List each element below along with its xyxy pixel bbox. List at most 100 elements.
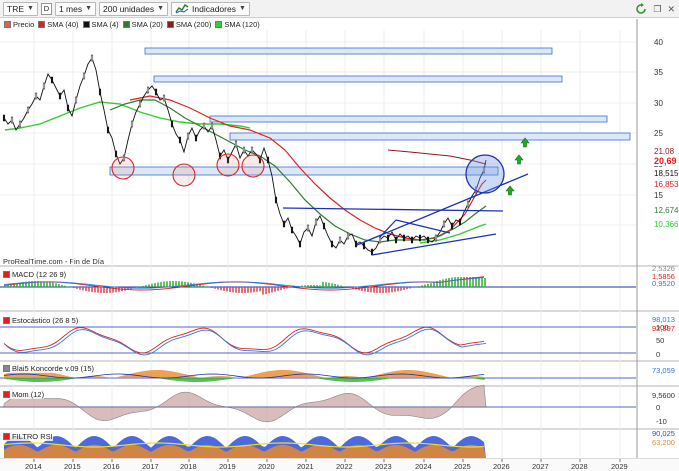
candle — [66, 104, 70, 112]
blai5-title[interactable]: Blai5 Koncorde v.09 (15) — [3, 364, 94, 373]
macd-histogram-bar — [439, 280, 441, 287]
candle — [50, 76, 54, 84]
price-tag: 16,853 — [654, 180, 679, 189]
price-axis: 4035302520151021,0820,6918,51516,85312,6… — [652, 38, 679, 230]
macd-histogram-bar — [343, 286, 345, 287]
marker-circle-4[interactable] — [241, 154, 265, 178]
macd-histogram-bar — [331, 283, 333, 287]
macd-histogram-bar — [55, 283, 57, 287]
mom-axis-label: -10 — [656, 417, 667, 426]
zone-box-2[interactable] — [153, 75, 563, 83]
marker-circle-3[interactable] — [216, 153, 240, 177]
candle — [386, 234, 390, 242]
candle — [34, 92, 38, 100]
candle — [234, 140, 238, 148]
macd-histogram-bar — [388, 287, 390, 293]
marker-circle-1[interactable] — [111, 156, 135, 180]
candle — [274, 196, 278, 204]
candle — [242, 146, 246, 154]
candle — [250, 146, 254, 154]
stoch-tag: 98,013 — [652, 315, 675, 324]
macd-histogram-bar — [232, 287, 234, 293]
macd-histogram-bar — [460, 277, 462, 287]
candle — [450, 222, 454, 230]
candle — [458, 218, 462, 226]
price-chart[interactable]: 2,53261,58560,9520 10050098,01392,397 73… — [0, 0, 679, 471]
mom-tag: 9,5600 — [652, 391, 675, 400]
zone-box-5[interactable] — [109, 166, 499, 176]
macd-histogram-bar — [427, 283, 429, 287]
macd-histogram-bar — [46, 281, 48, 287]
macd-histogram-bar — [265, 287, 267, 294]
candle — [162, 94, 166, 102]
macd-histogram-bar — [307, 285, 309, 287]
macd-histogram-bar — [325, 282, 327, 287]
candle — [442, 220, 446, 228]
price-tag: 12,674 — [654, 206, 679, 215]
macd-histogram-bar — [271, 287, 273, 293]
mom-title[interactable]: Mom (12) — [3, 390, 45, 399]
candle — [106, 126, 110, 134]
macd-histogram-bar — [400, 287, 402, 291]
macd-histogram-bar — [136, 287, 138, 288]
candle — [202, 122, 206, 130]
macd-histogram-bar — [61, 284, 63, 287]
price-tag: 21,08 — [654, 147, 675, 156]
rsi-filter-panel[interactable]: 90,02563,200 — [3, 429, 675, 458]
macd-histogram-bar — [451, 277, 453, 287]
macd-histogram-bar — [142, 285, 144, 287]
price-series — [3, 56, 487, 253]
macd-histogram-bar — [100, 287, 102, 293]
candle — [58, 92, 62, 100]
time-axis-label: 2023 — [375, 462, 392, 471]
macd-histogram-bar — [169, 281, 171, 287]
macd-histogram-bar — [88, 287, 90, 292]
stoch-title[interactable]: Estocástico (26 8 5) — [3, 316, 79, 325]
rsi-tag: 63,200 — [652, 438, 675, 447]
macd-histogram-bar — [217, 287, 219, 290]
trend-line-5[interactable] — [395, 219, 451, 234]
candle — [402, 234, 406, 242]
candle — [418, 234, 422, 242]
marker-circle-2[interactable] — [172, 163, 196, 187]
macd-histogram-bar — [148, 284, 150, 287]
candle — [170, 120, 174, 128]
blai5-panel[interactable]: 73,059 — [0, 366, 675, 382]
rsi-title[interactable]: FILTRO RSI — [3, 432, 53, 441]
price-axis-label: 40 — [654, 38, 663, 47]
macd-histogram-bar — [484, 278, 486, 287]
candle — [322, 222, 326, 230]
macd-histogram-bar — [244, 287, 246, 293]
zone-box-1[interactable] — [144, 47, 553, 55]
stoch-d-line — [5, 328, 487, 356]
candle — [154, 88, 158, 96]
macd-histogram-bar — [253, 287, 255, 293]
macd-histogram-bar — [337, 284, 339, 287]
macd-histogram-bar — [256, 287, 258, 292]
macd-histogram-bar — [406, 287, 408, 290]
macd-title[interactable]: MACD (12 26 9) — [3, 270, 67, 279]
grid-lines — [0, 30, 636, 458]
zone-box-4[interactable] — [229, 132, 631, 141]
momentum-panel[interactable]: 0 -10 9,5600 — [0, 384, 675, 426]
macd-title-label: MACD (12 26 9) — [12, 270, 67, 279]
blai5-swatch — [3, 365, 10, 372]
marker-circle-blue[interactable] — [465, 154, 505, 194]
macd-panel[interactable]: 2,53261,58560,9520 — [0, 264, 675, 295]
stochastic-panel[interactable]: 10050098,01392,397 — [0, 315, 675, 359]
macd-histogram-bar — [367, 287, 369, 292]
macd-histogram-bar — [226, 287, 228, 292]
mom-axis-label: 0 — [656, 403, 660, 412]
candle — [314, 218, 318, 226]
candle — [18, 120, 22, 128]
time-axis: 2014 2015 2016 2017 2018 2019 2020 2021 2022 2023… — [0, 459, 679, 471]
candle — [82, 72, 86, 80]
time-axis-label: 2017 — [142, 462, 159, 471]
candle — [466, 200, 470, 208]
macd-swatch — [3, 271, 10, 278]
macd-histogram-bar — [412, 287, 414, 288]
macd-histogram-bar — [220, 287, 222, 291]
macd-histogram-bar — [238, 287, 240, 293]
macd-histogram-bar — [91, 287, 93, 293]
zone-box-3[interactable] — [209, 115, 608, 123]
